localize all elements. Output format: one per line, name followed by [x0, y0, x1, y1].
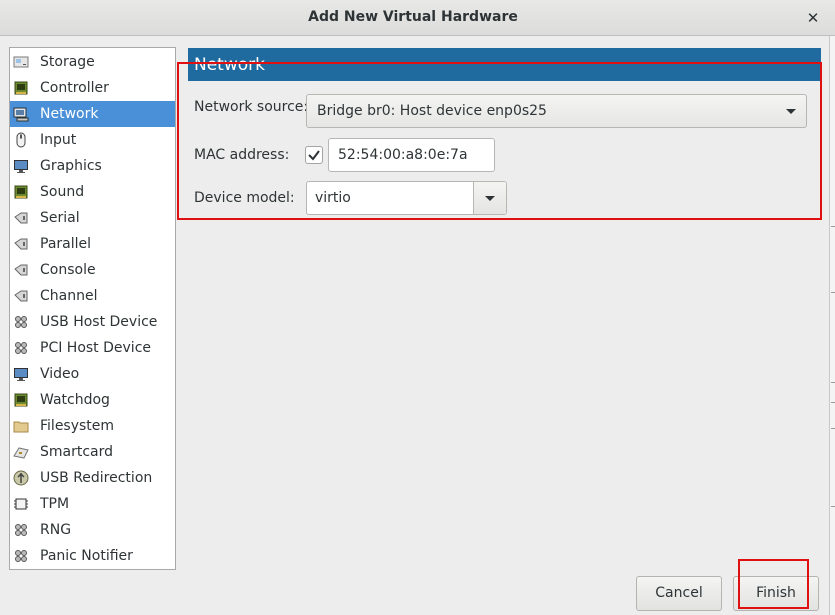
sidebar-item-storage[interactable]: Storage — [10, 49, 175, 75]
sidebar-item-rng[interactable]: RNG — [10, 517, 175, 543]
sidebar-item-usb-redirection[interactable]: USB Redirection — [10, 465, 175, 491]
mac-address-checkbox[interactable] — [305, 146, 323, 164]
network-icon — [13, 106, 29, 122]
sound-card-icon — [13, 184, 29, 200]
folder-icon — [13, 418, 29, 434]
storage-icon — [13, 54, 29, 70]
sidebar-item-label: Serial — [40, 210, 80, 226]
channel-plug-icon — [13, 288, 29, 304]
sidebar-item-label: Filesystem — [40, 418, 115, 434]
mac-address-label: MAC address: — [194, 147, 290, 163]
sidebar-item-label: Channel — [40, 288, 98, 304]
sidebar-item-label: Input — [40, 132, 77, 148]
sidebar-item-filesystem[interactable]: Filesystem — [10, 413, 175, 439]
sidebar-item-label: Graphics — [40, 158, 102, 174]
watchdog-chip-icon — [13, 392, 29, 408]
sidebar-item-video[interactable]: Video — [10, 361, 175, 387]
sidebar-item-console[interactable]: Console — [10, 257, 175, 283]
sidebar-item-controller[interactable]: Controller — [10, 75, 175, 101]
sidebar-item-label: Controller — [40, 80, 109, 96]
smartcard-icon — [13, 444, 29, 460]
serial-plug-icon — [13, 210, 29, 226]
chevron-down-icon — [485, 196, 495, 201]
console-plug-icon — [13, 262, 29, 278]
sidebar-item-label: Smartcard — [40, 444, 114, 460]
hardware-type-list[interactable]: Storage Controller Network Input Graphic… — [9, 47, 176, 570]
tpm-chip-icon — [13, 496, 29, 512]
device-model-label: Device model: — [194, 190, 295, 206]
sidebar-item-label: Panic Notifier — [40, 548, 133, 564]
sidebar-item-label: PCI Host Device — [40, 340, 152, 356]
sidebar-item-label: Parallel — [40, 236, 92, 252]
video-monitor-icon — [13, 366, 29, 382]
sidebar-item-panic-notifier[interactable]: Panic Notifier — [10, 543, 175, 569]
rng-icon — [13, 522, 29, 538]
usb-redirection-icon — [13, 470, 29, 486]
sidebar-item-smartcard[interactable]: Smartcard — [10, 439, 175, 465]
mac-address-input[interactable] — [328, 138, 495, 172]
window-title: Add New Virtual Hardware — [308, 9, 518, 25]
sidebar-item-sound[interactable]: Sound — [10, 179, 175, 205]
sidebar-item-label: USB Host Device — [40, 314, 158, 330]
network-source-value: Bridge br0: Host device enp0s25 — [317, 103, 547, 119]
page-title: Network — [194, 55, 265, 75]
sidebar-item-parallel[interactable]: Parallel — [10, 231, 175, 257]
title-bar: Add New Virtual Hardware ✕ — [0, 0, 835, 36]
device-model-input[interactable] — [307, 182, 473, 214]
sidebar-item-watchdog[interactable]: Watchdog — [10, 387, 175, 413]
sidebar-item-channel[interactable]: Channel — [10, 283, 175, 309]
background-window-edge — [829, 36, 835, 615]
mouse-icon — [13, 132, 29, 148]
panic-notifier-icon — [13, 548, 29, 564]
sidebar-item-label: Video — [40, 366, 80, 382]
sidebar-item-label: Watchdog — [40, 392, 110, 408]
sidebar-item-graphics[interactable]: Graphics — [10, 153, 175, 179]
finish-button[interactable]: Finish — [733, 576, 819, 611]
sidebar-item-network[interactable]: Network — [10, 101, 175, 127]
network-source-dropdown[interactable]: Bridge br0: Host device enp0s25 — [306, 94, 807, 128]
cancel-button[interactable]: Cancel — [636, 576, 722, 611]
sidebar-item-serial[interactable]: Serial — [10, 205, 175, 231]
sidebar-item-pci-host-device[interactable]: PCI Host Device — [10, 335, 175, 361]
sidebar-item-label: Sound — [40, 184, 85, 200]
page-header: Network — [188, 48, 821, 81]
close-icon: ✕ — [806, 9, 820, 27]
sidebar-item-label: Storage — [40, 54, 95, 70]
usb-device-icon — [13, 314, 29, 330]
chevron-down-icon — [786, 109, 796, 114]
sidebar-item-label: Console — [40, 262, 96, 278]
sidebar-item-label: Network — [40, 106, 99, 122]
device-model-dropdown-button[interactable] — [473, 182, 506, 214]
sidebar-item-label: TPM — [40, 496, 70, 512]
controller-icon — [13, 80, 29, 96]
checkmark-icon — [308, 150, 320, 161]
sidebar-item-usb-host-device[interactable]: USB Host Device — [10, 309, 175, 335]
parallel-plug-icon — [13, 236, 29, 252]
close-button[interactable]: ✕ — [800, 5, 826, 31]
sidebar-item-label: USB Redirection — [40, 470, 153, 486]
sidebar-item-tpm[interactable]: TPM — [10, 491, 175, 517]
pci-device-icon — [13, 340, 29, 356]
sidebar-item-label: RNG — [40, 522, 72, 538]
device-model-combobox[interactable] — [306, 181, 507, 215]
monitor-icon — [13, 158, 29, 174]
sidebar-item-input[interactable]: Input — [10, 127, 175, 153]
network-source-label: Network source: — [194, 99, 309, 115]
